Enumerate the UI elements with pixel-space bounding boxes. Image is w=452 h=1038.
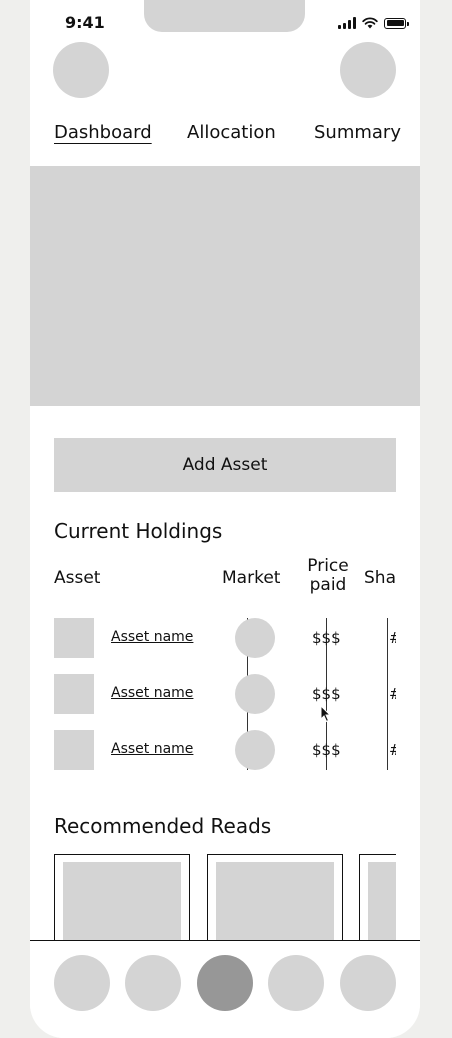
tab-summary[interactable]: Summary (314, 122, 401, 143)
holdings-table: Asset Market Price paid Sha Asset name $… (54, 555, 396, 775)
price-paid-value: $$$ (312, 685, 341, 703)
column-header-asset: Asset (54, 568, 101, 588)
column-header-price-paid: Price paid (307, 556, 349, 595)
phone-screen: 9:41 Dashboard Allocation Summary Add As… (30, 0, 420, 1038)
asset-name-link[interactable]: Asset name (111, 629, 193, 645)
price-paid-value: $$$ (312, 629, 341, 647)
read-card[interactable] (207, 854, 343, 944)
notch (144, 0, 305, 32)
asset-thumbnail (54, 618, 94, 658)
nav-item-4[interactable] (268, 955, 324, 1011)
status-icons (338, 13, 409, 33)
nav-item-5[interactable] (340, 955, 396, 1011)
wifi-icon (362, 17, 378, 29)
shares-value: # (389, 741, 396, 759)
hero-image-placeholder (30, 166, 420, 406)
read-card-image (63, 862, 181, 944)
asset-thumbnail (54, 730, 94, 770)
shares-value: # (389, 629, 396, 647)
tab-dashboard[interactable]: Dashboard (54, 122, 152, 143)
read-card[interactable] (54, 854, 190, 944)
table-row: Asset name $$$ # (54, 730, 396, 770)
price-paid-value: $$$ (312, 741, 341, 759)
nav-item-3-active[interactable] (197, 955, 253, 1011)
tab-allocation[interactable]: Allocation (187, 122, 276, 143)
table-row: Asset name $$$ # (54, 674, 396, 714)
menu-avatar[interactable] (340, 42, 396, 98)
market-indicator (235, 618, 275, 658)
read-card-image (216, 862, 334, 944)
add-asset-button[interactable]: Add Asset (54, 438, 396, 492)
read-card[interactable] (359, 854, 396, 944)
battery-icon (384, 17, 409, 29)
cursor-arrow-icon (320, 705, 332, 723)
holdings-title: Current Holdings (54, 519, 223, 543)
signal-icon (338, 17, 356, 29)
market-indicator (235, 730, 275, 770)
nav-item-2[interactable] (125, 955, 181, 1011)
profile-avatar[interactable] (53, 42, 109, 98)
shares-value: # (389, 685, 396, 703)
market-indicator (235, 674, 275, 714)
recommended-reads-carousel (54, 854, 396, 944)
asset-name-link[interactable]: Asset name (111, 685, 193, 701)
recommended-reads-title: Recommended Reads (54, 814, 272, 838)
bottom-nav-bar (30, 940, 420, 1038)
read-card-image (368, 862, 396, 944)
table-row: Asset name $$$ # (54, 618, 396, 658)
column-header-market: Market (222, 568, 281, 588)
asset-name-link[interactable]: Asset name (111, 741, 193, 757)
tab-bar: Dashboard Allocation Summary (54, 122, 420, 150)
asset-thumbnail (54, 674, 94, 714)
column-header-shares: Sha (364, 568, 396, 588)
status-time: 9:41 (65, 13, 105, 32)
nav-item-1[interactable] (54, 955, 110, 1011)
